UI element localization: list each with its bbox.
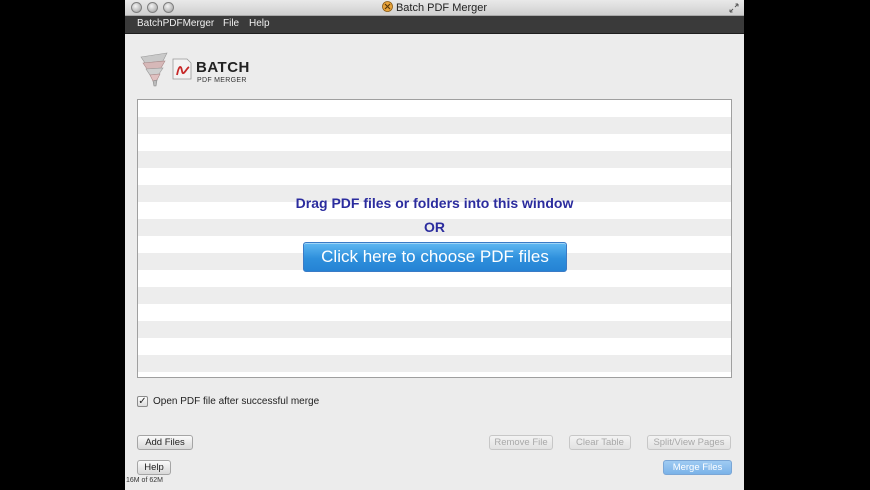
menu-help[interactable]: Help (249, 18, 270, 29)
fullscreen-icon[interactable] (729, 3, 739, 13)
memory-status: 16M of 62M (126, 477, 163, 484)
menu-bar: BatchPDFMerger File Help (125, 16, 744, 34)
help-button[interactable]: Help (137, 460, 171, 475)
menu-file[interactable]: File (223, 18, 239, 29)
drop-instruction: Drag PDF files or folders into this wind… (295, 195, 574, 211)
open-after-merge-checkbox[interactable]: ✓ (137, 396, 148, 407)
logo-subtitle: PDF MERGER (197, 77, 247, 84)
clear-table-button[interactable]: Clear Table (569, 435, 631, 450)
window-title: Batch PDF Merger (395, 2, 488, 14)
app-window: Batch PDF Merger BatchPDFMerger File Hel… (125, 0, 744, 490)
batch-pdf-logo-icon (140, 52, 192, 87)
add-files-button[interactable]: Add Files (137, 435, 193, 450)
file-table-stripes (138, 100, 731, 377)
file-drop-area[interactable]: Drag PDF files or folders into this wind… (137, 99, 732, 378)
title-bar[interactable]: Batch PDF Merger (125, 0, 744, 16)
remove-file-button[interactable]: Remove File (489, 435, 553, 450)
merge-files-button[interactable]: Merge Files (663, 460, 732, 475)
app-logo: BATCH PDF MERGER (137, 51, 257, 89)
checkmark-icon: ✓ (138, 396, 147, 407)
pdf-merger-app-icon (382, 1, 393, 12)
choose-pdf-files-button[interactable]: Click here to choose PDF files (303, 242, 567, 272)
main-content: BATCH PDF MERGER Drag PDF files or folde… (125, 35, 744, 490)
logo-title: BATCH (196, 59, 250, 76)
window-title-container: Batch PDF Merger (125, 1, 744, 14)
split-view-pages-button[interactable]: Split/View Pages (647, 435, 731, 450)
menu-app[interactable]: BatchPDFMerger (137, 18, 214, 29)
open-after-merge-label[interactable]: Open PDF file after successful merge (153, 396, 319, 407)
drop-or-text: OR (424, 219, 445, 235)
